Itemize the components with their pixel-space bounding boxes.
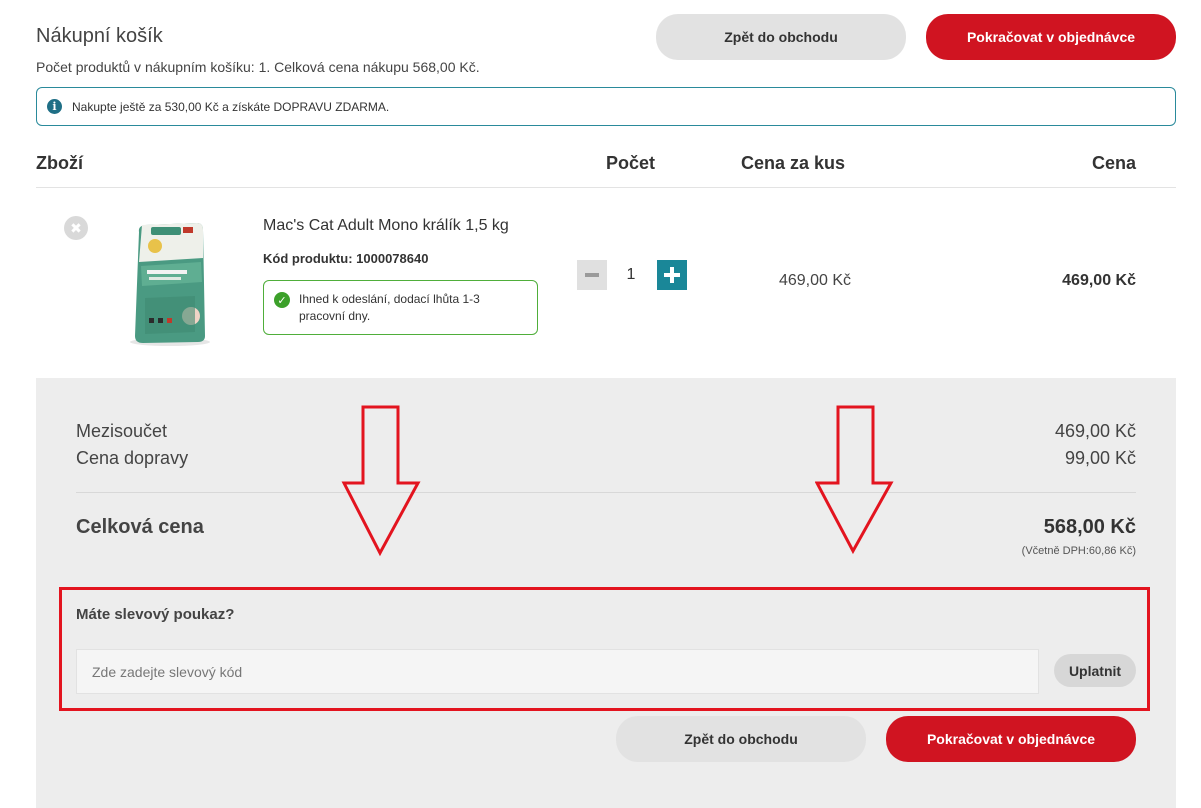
shipping-label: Cena dopravy	[76, 448, 189, 468]
annotation-arrow-down-icon	[815, 405, 894, 555]
annotation-arrow-down-icon	[341, 405, 421, 557]
availability-text: Ihned k odeslání, dodací lhůta 1-3 praco…	[299, 292, 480, 323]
header-divider	[36, 187, 1176, 188]
product-name-link[interactable]: Mac's Cat Adult Mono králík 1,5 kg	[263, 217, 509, 235]
quantity-increase-button[interactable]	[657, 260, 687, 290]
summary-divider	[76, 492, 1136, 493]
continue-order-button-bottom[interactable]: Pokračovat v objednávce	[886, 716, 1136, 762]
cart-summary-text: Počet produktů v nákupním košíku: 1. Cel…	[36, 59, 480, 75]
back-to-shop-button-bottom[interactable]: Zpět do obchodu	[616, 716, 866, 762]
quantity-value[interactable]: 1	[620, 266, 642, 284]
info-icon: i	[47, 99, 62, 114]
shipping-value: 99,00 Kč	[1064, 448, 1136, 468]
column-header-product: Zboží	[36, 153, 83, 173]
product-code: Kód produktu: 1000078640	[263, 251, 429, 266]
column-header-quantity: Počet	[606, 153, 656, 173]
quantity-decrease-button[interactable]	[577, 260, 607, 290]
column-header-unit-price: Cena za kus	[741, 153, 846, 173]
availability-badge: ✓ Ihned k odeslání, dodací lhůta 1-3 pra…	[263, 280, 538, 335]
remove-item-icon[interactable]: ✖	[64, 216, 88, 240]
page-title: Nákupní košík	[36, 25, 163, 47]
back-to-shop-button[interactable]: Zpět do obchodu	[656, 14, 906, 60]
checkmark-icon: ✓	[274, 292, 290, 308]
line-total-price: 469,00 Kč	[1062, 272, 1136, 289]
total-value: 568,00 Kč	[1043, 516, 1136, 538]
subtotal-label: Mezisoučet	[76, 421, 168, 441]
unit-price: 469,00 Kč	[778, 272, 851, 289]
continue-order-button[interactable]: Pokračovat v objednávce	[926, 14, 1176, 60]
subtotal-value: 469,00 Kč	[1054, 421, 1136, 441]
product-image[interactable]	[125, 218, 215, 348]
free-shipping-text: Nakupte ještě za 530,00 Kč a získáte DOP…	[72, 99, 390, 114]
column-header-price: Cena	[1091, 153, 1136, 173]
annotation-highlight-box	[59, 587, 1150, 711]
cat-food-bag-icon	[130, 223, 210, 346]
total-label: Celková cena	[76, 516, 204, 538]
minus-icon	[585, 273, 599, 277]
plus-icon-vertical	[670, 267, 674, 283]
free-shipping-notice: i Nakupte ještě za 530,00 Kč a získáte D…	[36, 87, 1176, 126]
vat-note: (Včetně DPH:60,86 Kč)	[1021, 545, 1136, 557]
